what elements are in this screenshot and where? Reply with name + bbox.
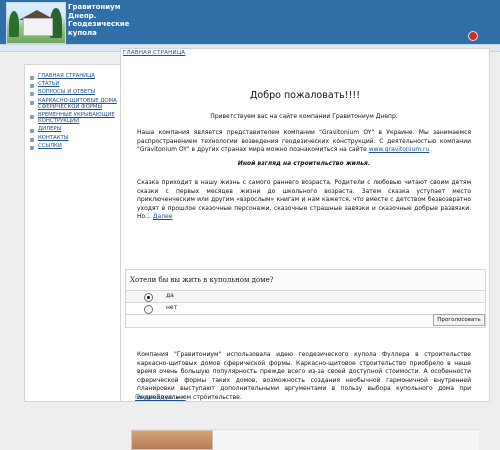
header-bar: Гравитониум Днепр. Геодезические купола bbox=[0, 0, 500, 44]
sidebar-item-links[interactable]: ССЫЛКИ bbox=[28, 143, 117, 151]
house-shape bbox=[23, 18, 53, 36]
story-paragraph: Сказка приходит в нашу жизнь с самого ра… bbox=[137, 179, 471, 222]
sidebar: ГЛАВНАЯ СТРАНИЦА СТАТЬИ ВОПРОСЫ И ОТВЕТЫ… bbox=[24, 64, 121, 402]
sidebar-item-temporary-structures[interactable]: ВРЕМЕННЫЕ УКРЫВАЮЩИЕ КОНСТРУКЦИИ bbox=[28, 112, 117, 124]
story-text: Сказка приходит в нашу жизнь с самого ра… bbox=[137, 179, 471, 220]
poll-option-row[interactable]: да bbox=[126, 290, 485, 302]
gravitonium-link[interactable]: www.gravitonium.ru bbox=[369, 146, 430, 153]
sidebar-link[interactable]: ВОПРОСЫ И ОТВЕТЫ bbox=[38, 89, 117, 95]
poll-option-label: да bbox=[166, 292, 174, 299]
interior-photo[interactable] bbox=[131, 430, 213, 450]
page-title: Добро пожаловать!!!! bbox=[249, 90, 361, 101]
poll-option-yes-radio[interactable] bbox=[144, 293, 153, 302]
logo-photo[interactable] bbox=[6, 2, 66, 44]
sidebar-link[interactable]: КАРКАСНО-ЩИТОВЫЕ ДОМА СФЕРИЧЕСКОЙ ФОРМЫ bbox=[38, 98, 117, 110]
poll-box: Хотели бы вы жить в купольном доме? да н… bbox=[125, 269, 486, 328]
breadcrumb: ГЛАВНАЯ СТРАНИЦА bbox=[123, 50, 185, 56]
vote-button[interactable]: Проголосовать bbox=[433, 314, 485, 326]
tree-shape bbox=[9, 11, 19, 37]
poll-option-no-radio[interactable] bbox=[144, 305, 153, 314]
sidebar-item-contacts[interactable]: КОНТАКТЫ bbox=[28, 135, 117, 142]
sidebar-link[interactable]: КОНТАКТЫ bbox=[38, 135, 117, 141]
sidebar-link[interactable]: ДИЛЕРЫ bbox=[38, 126, 117, 132]
poll-question: Хотели бы вы жить в купольном доме? bbox=[130, 276, 274, 284]
welcome-text: Приветствуем вас на сайте компании Грави… bbox=[210, 113, 398, 120]
site-title: Гравитониум Днепр. Геодезические купола bbox=[68, 3, 130, 37]
sidebar-item-home[interactable]: ГЛАВНАЯ СТРАНИЦА bbox=[28, 73, 117, 81]
sidebar-item-dealers[interactable]: ДИЛЕРЫ bbox=[28, 126, 117, 134]
corner-badge-icon[interactable] bbox=[468, 31, 478, 41]
breadcrumb-home-link[interactable]: ГЛАВНАЯ СТРАНИЦА bbox=[123, 50, 185, 56]
poll-option-label: нет bbox=[166, 304, 178, 311]
sidebar-nav: ГЛАВНАЯ СТРАНИЦА СТАТЬИ ВОПРОСЫ И ОТВЕТЫ… bbox=[28, 73, 117, 151]
sidebar-item-faq[interactable]: ВОПРОСЫ И ОТВЕТЫ bbox=[28, 89, 117, 97]
story-more-link[interactable]: Далее bbox=[153, 213, 173, 220]
section-subtitle: Иной взгляд на строительство жилья. bbox=[237, 160, 371, 167]
sidebar-link[interactable]: ГЛАВНАЯ СТРАНИЦА bbox=[38, 73, 117, 79]
photo-strip bbox=[131, 429, 479, 450]
sidebar-link[interactable]: СТАТЬИ bbox=[38, 81, 117, 87]
intro-paragraph: Наша компания является представителем ко… bbox=[137, 129, 471, 155]
sidebar-link[interactable]: ССЫЛКИ bbox=[38, 143, 117, 149]
sidebar-item-spherical-houses[interactable]: КАРКАСНО-ЩИТОВЫЕ ДОМА СФЕРИЧЕСКОЙ ФОРМЫ bbox=[28, 98, 117, 110]
main-content: ГЛАВНАЯ СТРАНИЦА Добро пожаловать!!!! Пр… bbox=[120, 48, 490, 450]
company-paragraph: Компания "Гравитониум" использовала идею… bbox=[137, 351, 471, 401]
sidebar-item-articles[interactable]: СТАТЬИ bbox=[28, 81, 117, 89]
sidebar-link[interactable]: ВРЕМЕННЫЕ УКРЫВАЮЩИЕ КОНСТРУКЦИИ bbox=[38, 112, 117, 124]
poll-option-row[interactable]: нет bbox=[126, 302, 485, 315]
